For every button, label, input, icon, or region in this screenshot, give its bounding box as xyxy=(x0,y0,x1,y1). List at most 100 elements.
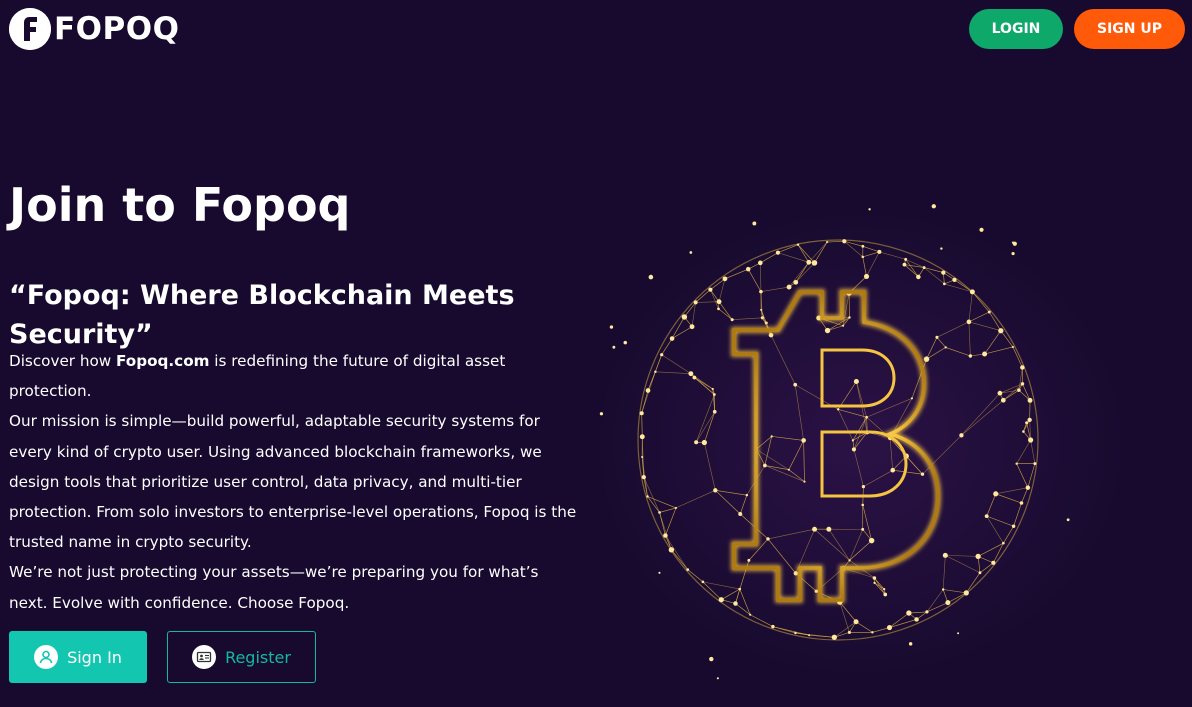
bitcoin-globe-illustration xyxy=(599,204,1070,680)
signup-button[interactable]: SIGN UP xyxy=(1074,9,1185,49)
network-node xyxy=(770,435,773,438)
network-node xyxy=(861,255,865,259)
star-dot xyxy=(1066,518,1070,522)
intro-text: Discover how xyxy=(9,352,117,370)
network-line xyxy=(1016,439,1031,464)
network-line xyxy=(968,321,971,357)
network-node xyxy=(975,553,981,560)
star-dot xyxy=(931,204,936,209)
login-button[interactable]: LOGIN xyxy=(969,9,1063,49)
network-node xyxy=(764,321,768,325)
network-node xyxy=(1028,437,1034,443)
network-node xyxy=(942,282,946,286)
network-line xyxy=(922,435,962,475)
network-node xyxy=(863,273,870,279)
network-node xyxy=(717,307,720,311)
network-node xyxy=(1027,417,1032,423)
network-line xyxy=(715,490,741,515)
network-node xyxy=(639,434,645,440)
star-dot xyxy=(957,632,960,635)
network-node xyxy=(842,239,847,244)
closing-paragraph: We’re not just protecting your assets—we… xyxy=(9,563,539,612)
network-line xyxy=(795,262,810,283)
network-node xyxy=(865,415,868,419)
star-dot xyxy=(908,642,913,646)
network-line xyxy=(724,268,749,280)
network-node xyxy=(1019,501,1024,505)
network-line xyxy=(695,289,711,303)
network-node xyxy=(712,409,717,414)
network-node xyxy=(812,526,818,532)
sign-in-button[interactable]: Sign In xyxy=(9,631,147,683)
star-dot xyxy=(612,345,616,349)
network-line xyxy=(771,436,804,441)
network-line xyxy=(945,555,981,573)
site-name: Fopoq.com xyxy=(116,352,210,370)
network-line xyxy=(675,490,716,509)
network-node xyxy=(796,243,800,246)
network-node xyxy=(716,299,722,305)
network-line xyxy=(788,440,804,470)
network-node xyxy=(694,440,699,445)
network-line xyxy=(839,601,850,633)
network-node xyxy=(883,587,886,591)
network-line xyxy=(767,528,815,540)
register-button[interactable]: Register xyxy=(167,631,316,683)
network-node xyxy=(645,388,651,393)
network-node xyxy=(868,537,875,544)
network-line xyxy=(839,601,857,622)
network-line xyxy=(661,354,692,374)
star-dot xyxy=(689,251,693,254)
network-line xyxy=(849,529,863,561)
network-node xyxy=(1017,388,1021,392)
network-node xyxy=(993,491,999,497)
network-line xyxy=(837,409,854,441)
network-node xyxy=(1002,541,1005,545)
network-node xyxy=(853,378,859,385)
network-line xyxy=(788,469,805,482)
network-node xyxy=(793,382,798,387)
network-line xyxy=(942,555,946,590)
network-node xyxy=(713,393,716,396)
network-node xyxy=(1020,365,1025,370)
network-line xyxy=(1012,346,1023,368)
network-node xyxy=(718,597,724,603)
network-line xyxy=(655,371,691,374)
network-node xyxy=(873,581,876,585)
network-node xyxy=(922,266,926,269)
network-line xyxy=(945,347,971,357)
network-node xyxy=(904,257,908,261)
network-line xyxy=(803,440,805,482)
network-line xyxy=(1030,439,1036,464)
network-node xyxy=(1022,430,1025,433)
network-node xyxy=(722,276,728,282)
network-line xyxy=(986,515,1004,544)
network-node xyxy=(944,346,947,349)
network-line xyxy=(889,437,894,471)
network-node xyxy=(941,270,946,275)
network-node xyxy=(914,617,919,622)
network-node xyxy=(801,438,806,443)
network-node xyxy=(942,552,948,558)
network-node xyxy=(713,488,718,493)
network-node xyxy=(826,240,829,244)
network-node xyxy=(811,260,818,266)
network-line xyxy=(995,493,1022,504)
network-node xyxy=(760,308,763,311)
network-node xyxy=(701,580,705,584)
network-line xyxy=(995,487,1028,495)
network-line xyxy=(866,251,880,277)
network-line xyxy=(732,317,763,320)
network-node xyxy=(745,493,749,497)
network-node xyxy=(787,468,790,471)
network-node xyxy=(654,370,657,374)
network-node xyxy=(982,351,988,357)
network-node xyxy=(851,439,854,442)
network-node xyxy=(877,249,882,254)
network-node xyxy=(1015,462,1018,465)
network-node xyxy=(978,571,982,575)
network-line xyxy=(1021,487,1029,504)
network-node xyxy=(808,634,811,637)
brand-logo[interactable]: FOPOQ xyxy=(9,8,179,50)
network-line xyxy=(879,251,906,260)
